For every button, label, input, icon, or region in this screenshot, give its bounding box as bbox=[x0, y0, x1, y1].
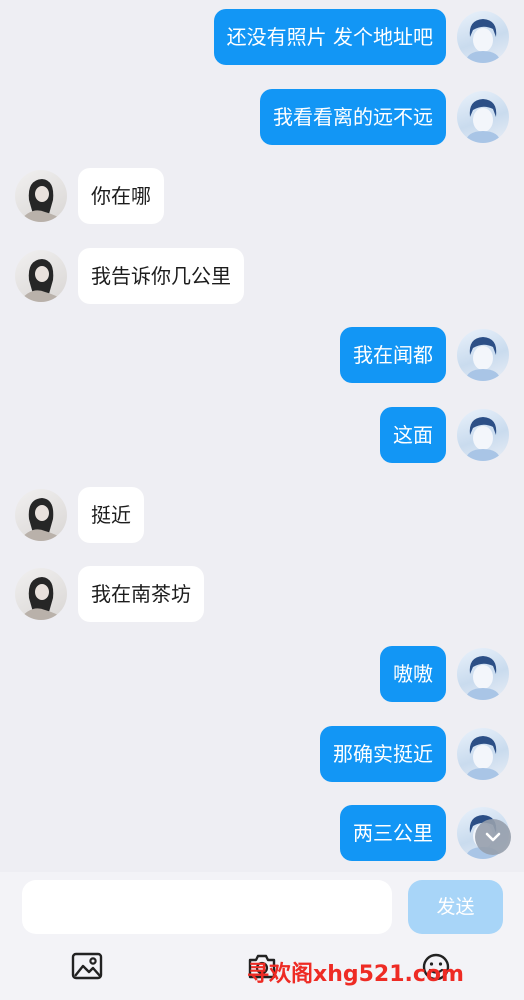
message-bubble[interactable]: 那确实挺近 bbox=[320, 726, 446, 782]
message-outgoing: 这面 bbox=[0, 407, 524, 463]
message-bubble[interactable]: 还没有照片 发个地址吧 bbox=[213, 9, 446, 65]
message-incoming: 我在南茶坊 bbox=[0, 566, 524, 622]
message-bubble[interactable]: 我在闻都 bbox=[340, 327, 446, 383]
message-incoming: 挺近 bbox=[0, 487, 524, 543]
message-outgoing: 我在闻都 bbox=[0, 327, 524, 383]
message-bubble[interactable]: 我看看离的远不远 bbox=[260, 89, 446, 145]
my-avatar[interactable] bbox=[457, 329, 509, 381]
scroll-to-bottom-button[interactable] bbox=[475, 819, 511, 855]
chat-message-list[interactable]: 还没有照片 发个地址吧 我看看离的远不远 你在哪 我告诉你几公里 我在闻都 这面 bbox=[0, 0, 524, 872]
message-outgoing: 还没有照片 发个地址吧 bbox=[0, 9, 524, 65]
chevron-down-icon bbox=[485, 832, 501, 842]
message-bubble[interactable]: 我在南茶坊 bbox=[78, 566, 204, 622]
message-bubble[interactable]: 我告诉你几公里 bbox=[78, 248, 244, 304]
message-outgoing: 我看看离的远不远 bbox=[0, 89, 524, 145]
watermark: 寻欢阁xhg521.com bbox=[247, 962, 464, 987]
contact-avatar[interactable] bbox=[15, 250, 67, 302]
my-avatar[interactable] bbox=[457, 91, 509, 143]
message-bubble[interactable]: 这面 bbox=[380, 407, 446, 463]
message-outgoing: 两三公里 bbox=[0, 805, 524, 861]
message-outgoing: 嗷嗷 bbox=[0, 646, 524, 702]
message-bubble[interactable]: 两三公里 bbox=[340, 805, 446, 861]
my-avatar[interactable] bbox=[457, 728, 509, 780]
message-bubble[interactable]: 嗷嗷 bbox=[380, 646, 446, 702]
message-input[interactable] bbox=[22, 880, 392, 934]
message-bubble[interactable]: 挺近 bbox=[78, 487, 144, 543]
contact-avatar[interactable] bbox=[15, 489, 67, 541]
my-avatar[interactable] bbox=[457, 648, 509, 700]
contact-avatar[interactable] bbox=[15, 568, 67, 620]
message-outgoing: 那确实挺近 bbox=[0, 726, 524, 782]
my-avatar[interactable] bbox=[457, 11, 509, 63]
my-avatar[interactable] bbox=[457, 409, 509, 461]
image-icon[interactable] bbox=[71, 952, 103, 982]
contact-avatar[interactable] bbox=[15, 170, 67, 222]
message-bubble[interactable]: 你在哪 bbox=[78, 168, 164, 224]
message-incoming: 你在哪 bbox=[0, 168, 524, 224]
send-button[interactable]: 发送 bbox=[408, 880, 503, 934]
message-incoming: 我告诉你几公里 bbox=[0, 248, 524, 304]
